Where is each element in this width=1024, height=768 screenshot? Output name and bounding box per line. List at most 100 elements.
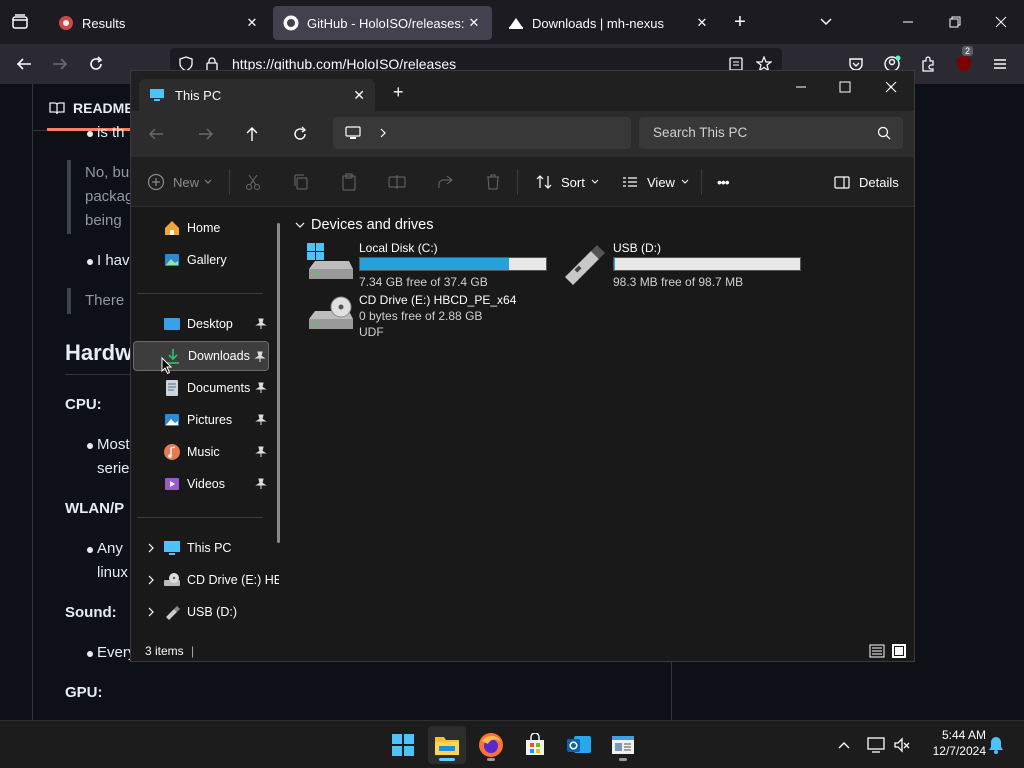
show-hidden-icons-icon[interactable] <box>836 737 852 753</box>
nav-item-gallery[interactable]: Gallery <box>133 245 269 275</box>
desktop-icon <box>163 315 181 333</box>
back-icon[interactable] <box>10 50 38 78</box>
pin-icon[interactable] <box>255 382 267 394</box>
chevron-right-icon[interactable] <box>145 574 157 586</box>
drive-item-c[interactable]: Local Disk (C:) 7.34 GB free of 37.4 GB <box>307 241 555 289</box>
sort-icon <box>535 173 553 191</box>
reload-icon[interactable] <box>82 50 110 78</box>
nav-label: Downloads <box>188 349 250 363</box>
menu-icon[interactable] <box>986 50 1014 78</box>
pictures-icon <box>163 411 181 429</box>
clock[interactable]: 5:44 AM 12/7/2024 <box>920 727 986 759</box>
notification-bell-icon[interactable] <box>988 736 1004 754</box>
tab-list-icon[interactable] <box>10 12 30 32</box>
nav-item-desktop[interactable]: Desktop <box>133 309 269 339</box>
drive-item-cd[interactable]: CD Drive (E:) HBCD_PE_x64 0 bytes free o… <box>307 293 555 343</box>
nav-item-music[interactable]: Music <box>133 437 269 467</box>
extensions-icon[interactable] <box>914 50 942 78</box>
minimize-icon[interactable] <box>898 12 918 32</box>
list-all-tabs-icon[interactable] <box>816 12 836 32</box>
details-button[interactable]: Details <box>833 157 899 207</box>
search-box[interactable]: Search This PC <box>639 117 903 149</box>
tiles-view-icon[interactable] <box>891 643 907 659</box>
file-explorer-taskbar-button[interactable] <box>428 726 466 764</box>
tab-downloads[interactable]: Downloads | mh-nexus ✕ <box>498 6 720 40</box>
readme-tab[interactable]: README <box>49 100 134 116</box>
start-button[interactable] <box>384 726 422 764</box>
nav-item-documents[interactable]: Documents <box>133 373 269 403</box>
subheading: CPU: <box>65 396 102 413</box>
drive-free-space: 0 bytes free of 2.88 GB <box>359 309 483 323</box>
share-icon[interactable] <box>435 172 455 192</box>
tab-results[interactable]: Results ✕ <box>48 6 270 40</box>
section-header[interactable]: Devices and drives <box>295 217 434 233</box>
sort-button[interactable]: Sort <box>535 157 599 207</box>
details-label: Details <box>859 174 899 190</box>
nav-label: Gallery <box>187 253 227 267</box>
navigation-pane: Home Gallery Desktop Downloads Documents… <box>131 207 281 641</box>
chevron-right-icon[interactable] <box>145 542 157 554</box>
nav-item-downloads[interactable]: Downloads <box>133 341 269 371</box>
book-icon <box>49 100 65 116</box>
forward-icon[interactable] <box>46 50 74 78</box>
forward-icon[interactable] <box>197 125 215 143</box>
chevron-right-icon[interactable] <box>377 127 389 139</box>
nav-label: Desktop <box>187 317 233 331</box>
more-options-button[interactable]: ••• <box>717 157 730 207</box>
minimize-icon[interactable] <box>791 77 811 97</box>
rename-icon[interactable] <box>387 172 407 192</box>
outlook-taskbar-button[interactable] <box>560 726 598 764</box>
view-button[interactable]: View <box>621 157 689 207</box>
back-icon[interactable] <box>147 125 165 143</box>
cut-icon[interactable] <box>243 172 263 192</box>
chevron-right-icon[interactable] <box>145 606 157 618</box>
nav-item-home[interactable]: Home <box>133 213 269 243</box>
clock-time: 5:44 AM <box>941 728 986 742</box>
close-tab-icon[interactable]: ✕ <box>694 15 710 31</box>
pin-icon[interactable] <box>255 318 267 330</box>
firefox-taskbar-button[interactable] <box>472 726 510 764</box>
new-label: New <box>173 174 200 190</box>
quote-text: There <box>85 292 125 309</box>
more-options-icon: ••• <box>717 174 730 190</box>
copy-icon[interactable] <box>291 172 311 192</box>
close-tab-icon[interactable]: ✕ <box>466 15 482 31</box>
explorer-tab[interactable]: This PC ✕ <box>139 79 375 111</box>
restore-icon[interactable] <box>945 12 965 32</box>
nav-item-cd-drive[interactable]: CD Drive (E:) HB <box>133 565 279 595</box>
new-tab-icon[interactable]: + <box>393 83 404 101</box>
toolbar-separator <box>701 169 702 195</box>
up-icon[interactable] <box>243 125 261 143</box>
pin-icon[interactable] <box>255 414 267 426</box>
new-button[interactable]: New <box>147 157 212 207</box>
drive-item-usb[interactable]: USB (D:) 98.3 MB free of 98.7 MB <box>561 241 809 289</box>
store-taskbar-button[interactable] <box>516 726 554 764</box>
close-icon[interactable] <box>991 12 1011 32</box>
hex-editor-taskbar-button[interactable] <box>604 726 642 764</box>
volume-muted-icon[interactable] <box>892 735 912 755</box>
new-tab-icon[interactable]: + <box>730 12 750 32</box>
pin-icon[interactable] <box>255 478 267 490</box>
pin-icon[interactable] <box>254 351 266 363</box>
nav-item-usb[interactable]: USB (D:) <box>133 597 269 627</box>
network-icon[interactable] <box>866 735 886 755</box>
tab-github[interactable]: GitHub - HoloISO/releases: To r ✕ <box>273 6 492 40</box>
tab-title: Results <box>82 15 126 31</box>
cd-drive-icon <box>307 295 353 333</box>
delete-icon[interactable] <box>483 172 503 192</box>
paste-icon[interactable] <box>339 172 359 192</box>
nav-item-this-pc[interactable]: This PC <box>133 533 269 563</box>
maximize-icon[interactable] <box>835 77 855 97</box>
ublock-icon[interactable]: 2 <box>950 46 978 78</box>
address-bar[interactable] <box>333 117 631 149</box>
nav-scrollbar[interactable] <box>277 223 280 543</box>
close-icon[interactable] <box>881 77 901 97</box>
details-view-icon[interactable] <box>869 643 885 659</box>
close-tab-icon[interactable]: ✕ <box>244 15 260 31</box>
close-tab-icon[interactable]: ✕ <box>353 87 365 104</box>
nav-item-pictures[interactable]: Pictures <box>133 405 269 435</box>
refresh-icon[interactable] <box>291 125 309 143</box>
nav-item-videos[interactable]: Videos <box>133 469 269 499</box>
list-item-text: Any <box>97 540 123 557</box>
pin-icon[interactable] <box>255 446 267 458</box>
